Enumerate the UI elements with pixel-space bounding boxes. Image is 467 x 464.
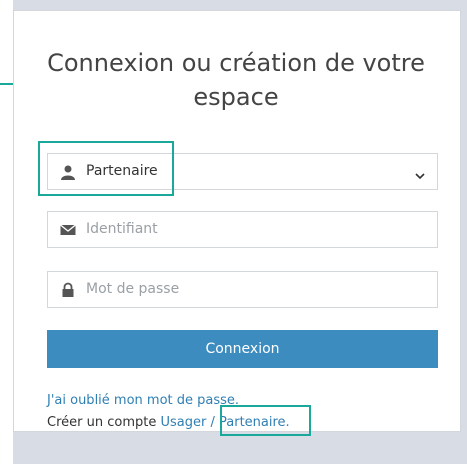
lock-icon: [60, 282, 76, 298]
page-title: Connexion ou création de votre espace: [47, 49, 425, 111]
password-field[interactable]: Mot de passe: [47, 271, 438, 308]
forgot-row: J'ai oublié mon mot de passe.: [47, 392, 239, 410]
identifiant-field[interactable]: Identifiant: [47, 211, 438, 248]
top-strip: [13, 0, 467, 10]
login-button[interactable]: Connexion: [47, 330, 438, 368]
link-separator: /: [206, 415, 219, 430]
create-account-prefix: Créer un compte: [47, 415, 157, 430]
page-background: [0, 0, 13, 464]
identifiant-placeholder: Identifiant: [86, 221, 158, 237]
chevron-down-icon: [415, 166, 425, 180]
forgot-password-link[interactable]: J'ai oublié mon mot de passe.: [47, 393, 239, 408]
partenaire-highlight-box: [220, 405, 311, 436]
select-highlight-box: [38, 141, 174, 196]
envelope-icon: [60, 222, 76, 238]
usager-link[interactable]: Usager: [160, 415, 206, 430]
password-placeholder: Mot de passe: [86, 281, 180, 297]
